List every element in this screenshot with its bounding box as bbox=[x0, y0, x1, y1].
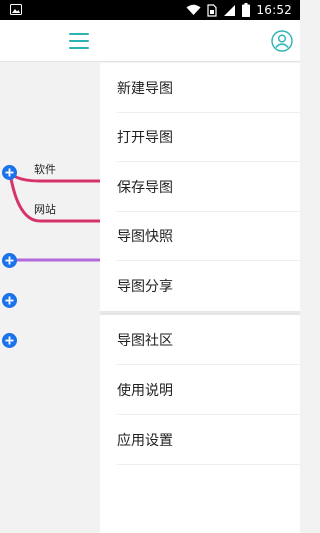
add-node-icon[interactable] bbox=[2, 165, 17, 180]
signal-icon bbox=[224, 4, 236, 16]
add-node-icon[interactable] bbox=[2, 333, 17, 348]
menu-item-label: 使用说明 bbox=[117, 383, 173, 399]
app-header bbox=[0, 20, 300, 62]
divider bbox=[117, 464, 300, 465]
menu-item-label: 导图快照 bbox=[117, 229, 173, 245]
menu-item-label: 应用设置 bbox=[117, 433, 173, 449]
mindmap-canvas[interactable]: 软件 网站 bbox=[0, 63, 100, 533]
menu-item-share-map[interactable]: 导图分享 bbox=[100, 261, 300, 311]
image-icon bbox=[10, 4, 22, 15]
branch-label-software[interactable]: 软件 bbox=[34, 161, 56, 177]
branch-label-website[interactable]: 网站 bbox=[34, 201, 56, 217]
menu-item-label: 导图社区 bbox=[117, 333, 173, 349]
status-bar: 16:52 bbox=[0, 0, 300, 20]
status-icons: 16:52 bbox=[186, 2, 292, 18]
add-node-icon[interactable] bbox=[2, 253, 17, 268]
battery-icon bbox=[242, 3, 251, 17]
menu-item-label: 保存导图 bbox=[117, 180, 173, 196]
side-drawer: 新建导图 打开导图 保存导图 导图快照 导图分享 导图社区 使用说明 应用设置 bbox=[100, 63, 300, 533]
menu-item-save-map[interactable]: 保存导图 bbox=[100, 162, 300, 212]
sim-icon bbox=[207, 3, 218, 17]
menu-item-open-map[interactable]: 打开导图 bbox=[100, 112, 300, 162]
menu-item-label: 新建导图 bbox=[117, 81, 173, 97]
user-icon[interactable] bbox=[271, 30, 293, 52]
menu-item-label: 打开导图 bbox=[117, 130, 173, 146]
menu-item-community[interactable]: 导图社区 bbox=[100, 315, 300, 365]
menu-icon[interactable] bbox=[69, 33, 89, 49]
menu-item-label: 导图分享 bbox=[117, 279, 173, 295]
menu-item-new-map[interactable]: 新建导图 bbox=[100, 63, 300, 113]
menu-item-settings[interactable]: 应用设置 bbox=[100, 415, 300, 465]
menu-item-help[interactable]: 使用说明 bbox=[100, 365, 300, 415]
wifi-icon bbox=[186, 4, 201, 15]
menu-item-map-snapshot[interactable]: 导图快照 bbox=[100, 211, 300, 261]
status-time: 16:52 bbox=[256, 3, 292, 17]
add-node-icon[interactable] bbox=[2, 293, 17, 308]
